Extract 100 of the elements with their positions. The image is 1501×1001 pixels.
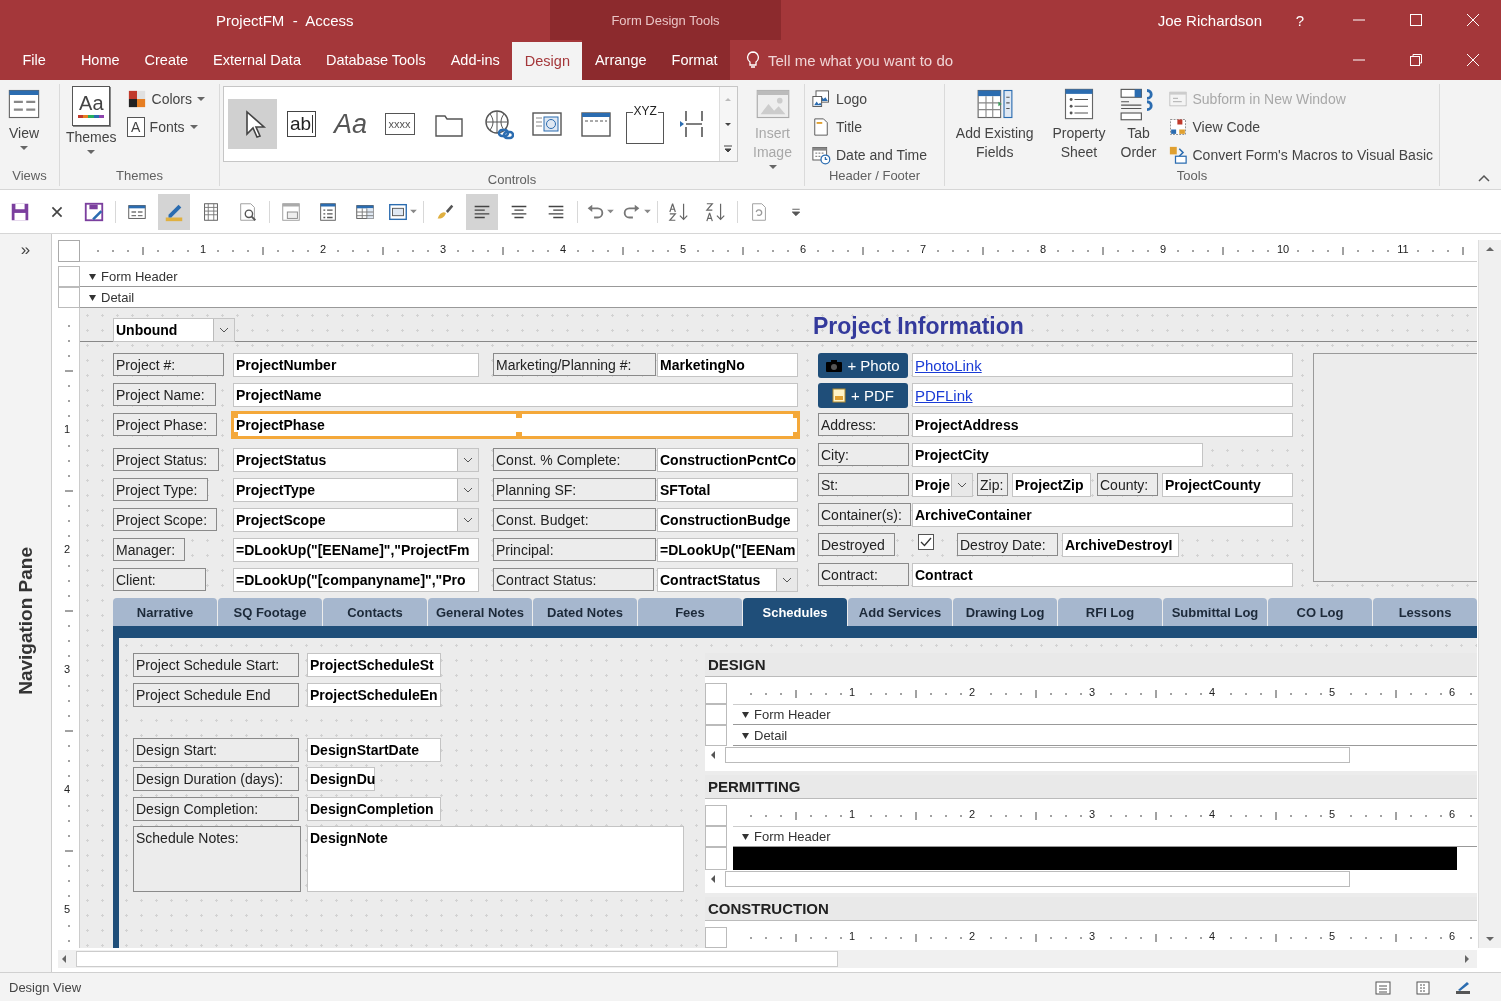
convert-button[interactable]: Convert Form's Macros to Visual Basic: [1164, 142, 1436, 168]
pdf-button[interactable]: + PDF: [818, 383, 908, 408]
text-box[interactable]: ProjectScheduleSt: [307, 653, 441, 677]
ribbon-tab[interactable]: File: [10, 40, 59, 80]
fields-button[interactable]: Add Existing Fields: [948, 84, 1042, 168]
themes-button[interactable]: Aa Themes: [63, 84, 120, 168]
text-box[interactable]: ProjectScheduleEn: [307, 683, 441, 707]
fonts-button[interactable]: A Fonts: [123, 114, 209, 140]
help-button[interactable]: ?: [1292, 11, 1308, 29]
ribbon-tab[interactable]: Format: [659, 40, 730, 80]
text-box[interactable]: =DLookUp("[EENam: [657, 538, 798, 562]
theme-icon: Aa: [72, 86, 111, 126]
text-box[interactable]: DesignNote: [307, 826, 684, 892]
ruler-number: 3: [64, 663, 71, 675]
combo-box[interactable]: ProjectScope: [233, 508, 479, 532]
form-tab[interactable]: Submittal Log: [1163, 598, 1267, 626]
checkbox[interactable]: [918, 534, 934, 550]
ribbon-tab[interactable]: Create: [132, 40, 201, 80]
combo-box[interactable]: Proje: [912, 473, 973, 497]
horizontal-scrollbar[interactable]: [58, 950, 1477, 968]
form-view-icon[interactable]: [1375, 980, 1391, 995]
title-button[interactable]: Title: [808, 114, 931, 140]
label-tool[interactable]: Aa: [326, 99, 375, 149]
text-box[interactable]: ProjectZip: [1012, 473, 1091, 497]
text-box[interactable]: ProjectName: [233, 383, 798, 407]
combo-box[interactable]: ProjectType: [233, 478, 479, 502]
ruler-pencil-button[interactable]: [158, 193, 190, 230]
datetime-button[interactable]: Date and Time: [808, 142, 931, 168]
form-tab[interactable]: Dated Notes: [533, 598, 637, 626]
form-tab[interactable]: Schedules: [743, 598, 847, 626]
text-box[interactable]: ArchiveContainer: [912, 503, 1293, 527]
code-button[interactable]: View Code: [1164, 114, 1436, 140]
view-button[interactable]: View: [3, 84, 45, 168]
text-box[interactable]: DesignDu: [307, 767, 375, 791]
colors-button[interactable]: Colors: [123, 86, 209, 112]
combo-box[interactable]: ProjectStatus: [233, 448, 479, 472]
list-icon: [317, 200, 339, 223]
ribbon-tab[interactable]: Add-ins: [438, 40, 513, 80]
form-tab[interactable]: SQ Footage: [218, 598, 322, 626]
text-box[interactable]: SFTotal: [657, 478, 798, 502]
tell-me-field[interactable]: Tell me what you want to do: [765, 40, 1000, 80]
layout-view-icon[interactable]: [1415, 980, 1431, 995]
form-tab[interactable]: Contacts: [323, 598, 427, 626]
text-box[interactable]: DesignStartDate: [307, 738, 441, 762]
field-label: Contract:: [818, 563, 909, 586]
taborder-button[interactable]: Tab Order: [1116, 84, 1161, 168]
text-box[interactable]: ConstructionPcntCo: [657, 448, 798, 472]
ribbon-tab[interactable]: Database Tools: [313, 40, 439, 80]
vertical-scrollbar[interactable]: [1478, 240, 1501, 948]
form-tab[interactable]: Add Services: [848, 598, 952, 626]
form-tab[interactable]: RFI Log: [1058, 598, 1162, 626]
form-heading[interactable]: Project Information: [813, 311, 1073, 341]
ruler-number: 5: [1328, 930, 1336, 942]
hyperlink-field[interactable]: PDFLink: [912, 383, 1293, 407]
combo-box[interactable]: ContractStatus: [657, 568, 798, 592]
combo-box[interactable]: Unbound: [113, 318, 235, 342]
text-box[interactable]: Contract: [912, 563, 1293, 587]
button-tool[interactable]: xxxx: [375, 99, 424, 149]
group-label: Header / Footer: [827, 168, 921, 185]
logo-button[interactable]: Logo: [808, 86, 931, 112]
pointer-tool[interactable]: [228, 99, 277, 149]
check-icon: [919, 535, 933, 549]
ribbon-tab[interactable]: Arrange: [582, 40, 660, 80]
text-box[interactable]: ProjectCity: [912, 443, 1203, 467]
ruler-number: 6: [799, 243, 807, 255]
property-button[interactable]: Property Sheet: [1045, 84, 1113, 168]
align-left-button[interactable]: [466, 193, 498, 230]
text-box[interactable]: ProjectAddress: [912, 413, 1293, 437]
scroll-down-icon[interactable]: [1484, 934, 1496, 944]
section-label: Form Header: [101, 268, 178, 284]
field-label: Contract Status:: [493, 568, 654, 591]
ruler-number: 4: [1208, 930, 1216, 942]
form-tab[interactable]: CO Log: [1268, 598, 1372, 626]
text-box[interactable]: ProjectPhase: [231, 411, 800, 439]
text-box[interactable]: DesignCompletion: [307, 797, 441, 821]
text-box[interactable]: MarketingNo: [657, 353, 798, 377]
ribbon-tab[interactable]: External Data: [200, 40, 314, 80]
form-tab[interactable]: Fees: [638, 598, 742, 626]
design-view-icon[interactable]: [1455, 980, 1471, 995]
form-tab[interactable]: Lessons: [1373, 598, 1477, 626]
text-box[interactable]: =DLookUp("[EEName]","ProjectFm: [233, 538, 479, 562]
collapse-ribbon-icon[interactable]: [1477, 173, 1491, 183]
calendar-clock-icon: [811, 145, 831, 165]
ruler-number: 1: [848, 808, 856, 820]
form-tab[interactable]: Narrative: [113, 598, 217, 626]
form-tab[interactable]: General Notes: [428, 598, 532, 626]
ribbon-tab[interactable]: Design: [512, 42, 583, 80]
field-label: Planning SF:: [493, 478, 656, 501]
expand-button[interactable]: »: [20, 240, 31, 260]
text-box[interactable]: ProjectCounty: [1162, 473, 1293, 497]
textbox-tool[interactable]: ab: [277, 99, 326, 149]
hyperlink-field[interactable]: PhotoLink: [912, 353, 1293, 377]
form-tab[interactable]: Drawing Log: [953, 598, 1057, 626]
text-box[interactable]: ProjectNumber: [233, 353, 479, 377]
text-box[interactable]: ArchiveDestroyI: [1062, 533, 1179, 557]
ribbon-tab[interactable]: Home: [68, 40, 133, 80]
scroll-up-icon[interactable]: [1484, 244, 1496, 254]
text-box[interactable]: =DLookUp("[companyname]","Pro: [233, 568, 479, 592]
text-box[interactable]: ConstructionBudge: [657, 508, 798, 532]
photo-button[interactable]: + Photo: [818, 353, 908, 378]
